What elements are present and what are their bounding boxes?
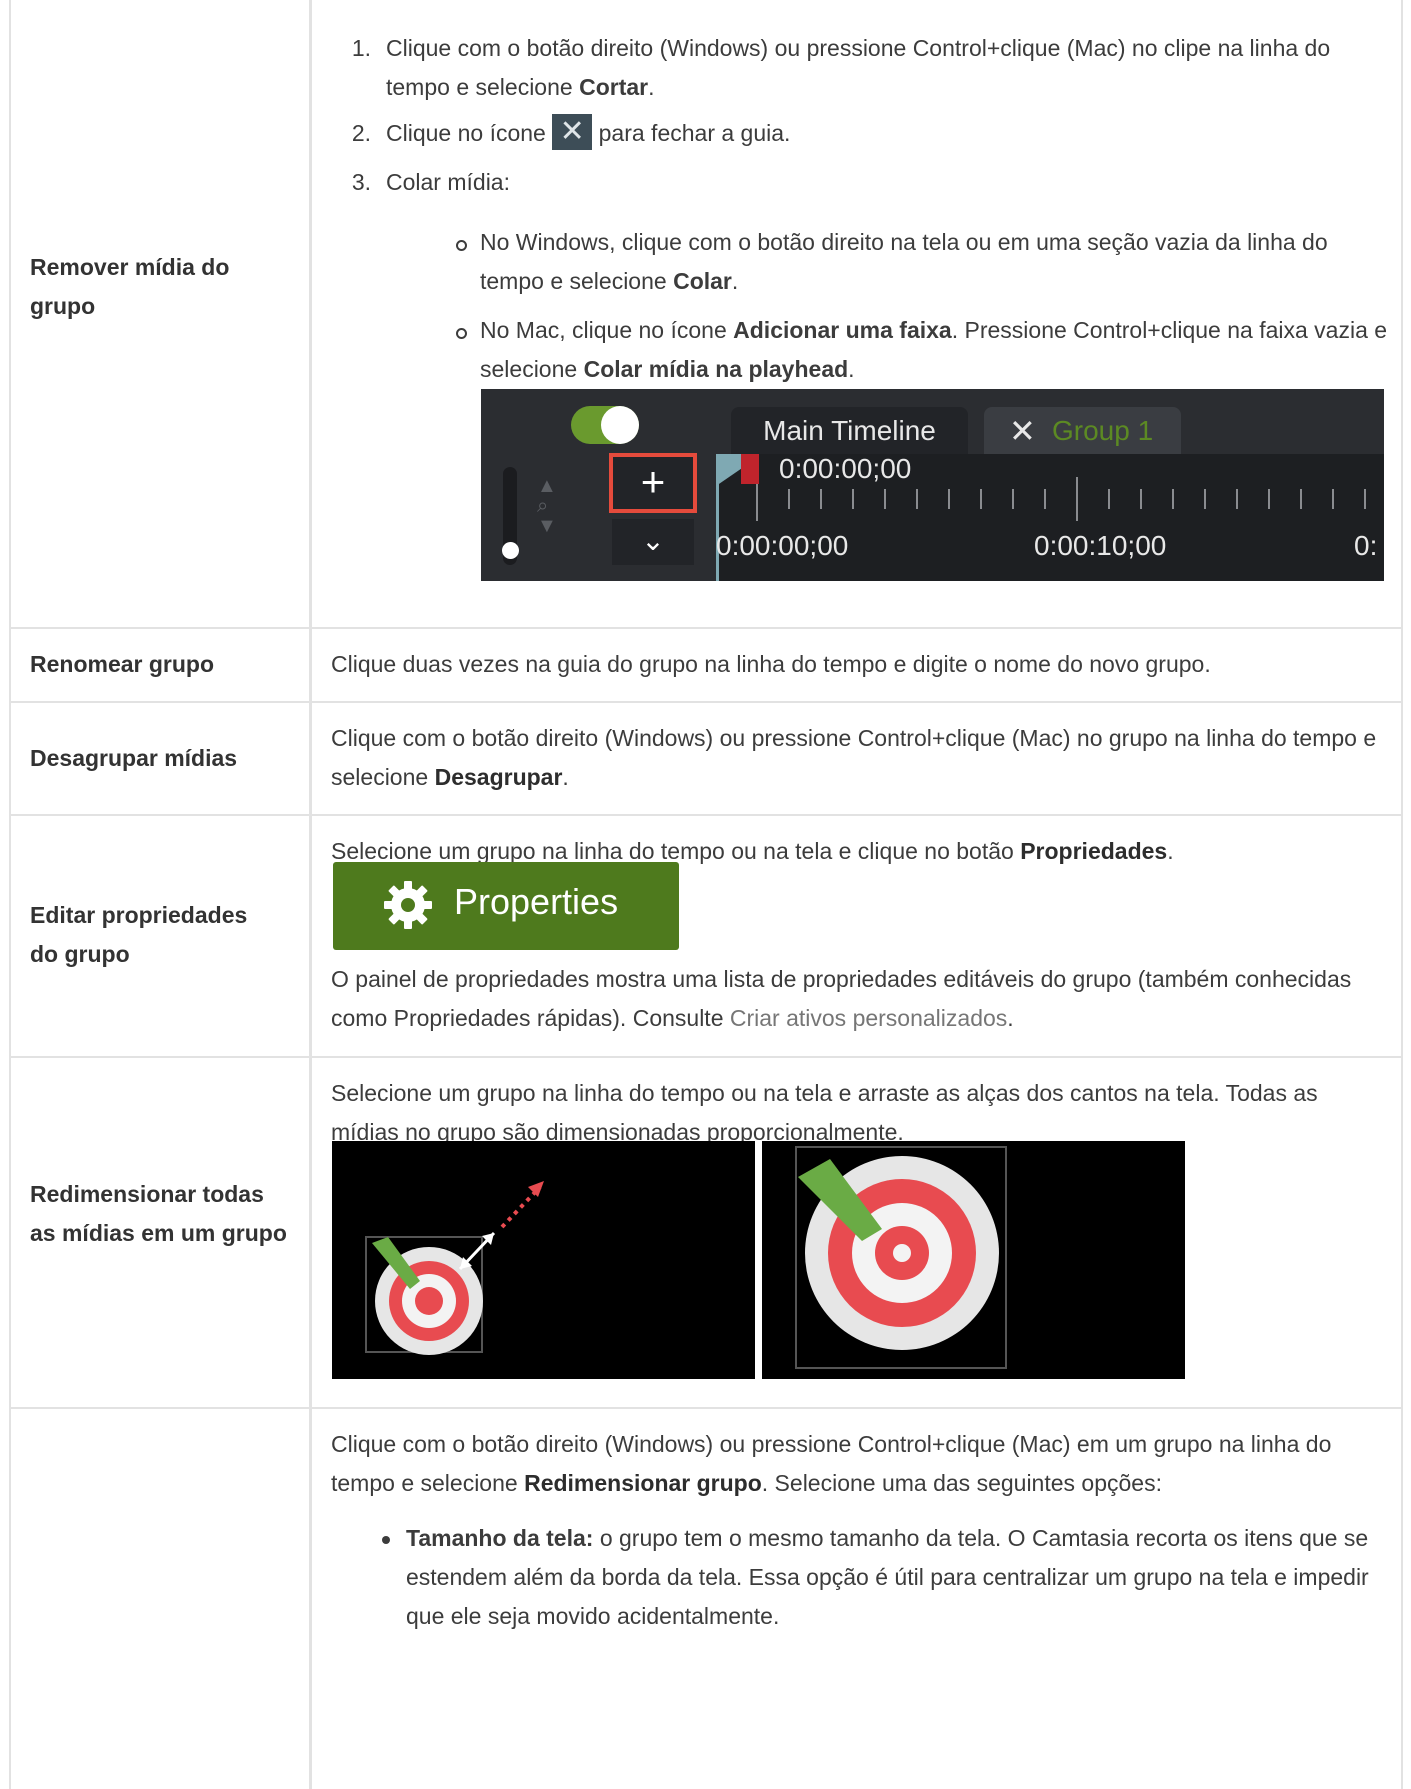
ruler-tick	[980, 489, 982, 509]
resize-before-image	[332, 1141, 755, 1379]
properties-label: Properties	[454, 881, 619, 922]
bullet	[456, 328, 467, 339]
list-item: Tamanho da tela: o grupo tem o mesmo tam…	[382, 1519, 1396, 1636]
ruler-tick	[1140, 489, 1142, 509]
tab-group-1[interactable]: ✕ Group 1	[984, 407, 1181, 455]
ruler-tick	[916, 489, 918, 509]
resize-after-image	[762, 1141, 1185, 1379]
table-row: Renomear grupo Clique duas vezes na guia…	[9, 627, 1403, 703]
ruler-label: 0:	[1354, 530, 1378, 561]
tab-main-timeline[interactable]: Main Timeline	[731, 407, 968, 455]
sub-item-mac: No Mac, clique no ícone Adicionar uma fa…	[456, 311, 1395, 389]
gear-icon	[384, 881, 432, 929]
ruler-tick	[852, 489, 854, 509]
close-icon[interactable]: ✕	[1009, 407, 1036, 455]
target-icon	[795, 1146, 1007, 1369]
target-icon	[365, 1181, 544, 1355]
ruler-tick	[884, 489, 886, 509]
chevron-down-icon[interactable]: ⌄	[612, 519, 694, 565]
custom-assets-link[interactable]: Criar ativos personalizados	[730, 1005, 1007, 1031]
table-row: Clique com o botão direito (Windows) ou …	[9, 1409, 1403, 1789]
timeline-screenshot: Main Timeline ✕ Group 1 ▲ ⌕ ▼ + ⌄ 0:00:00;…	[481, 389, 1384, 581]
zoom-icon: ▲ ⌕ ▼	[537, 475, 557, 537]
table-row: Editar propriedades do grupo Selecione u…	[9, 816, 1403, 1058]
row-label: Renomear grupo	[30, 651, 215, 677]
row-label: Editar propriedades do grupo	[30, 902, 248, 967]
step-number: 3.	[351, 169, 371, 195]
ruler-tick	[1204, 489, 1206, 509]
row-label: Desagrupar mídias	[30, 745, 238, 771]
table-row: Desagrupar mídias Clique com o botão dir…	[9, 703, 1403, 816]
ruler-tick	[1268, 489, 1270, 509]
sub-item-windows: No Windows, clique com o botão direito n…	[456, 223, 1395, 301]
row-label: Remover mídia do grupo	[30, 254, 230, 319]
zoom-slider-knob[interactable]	[502, 542, 519, 559]
ruler-label: 0:00:00;00	[716, 530, 849, 561]
ruler-tick	[1364, 489, 1366, 509]
properties-button[interactable]: Properties	[333, 862, 679, 950]
step-number: 2.	[351, 120, 371, 146]
step-1: 1. Clique com o botão direito (Windows) …	[331, 29, 1391, 107]
ruler-tick	[1044, 489, 1046, 509]
step-3: 3. Colar mídia:	[331, 163, 1391, 202]
timeline-toggle[interactable]	[571, 406, 639, 444]
bullet	[456, 240, 467, 251]
ruler-label: 0:00:10;00	[1034, 530, 1167, 561]
row-text: Clique com o botão direito (Windows) ou …	[331, 1431, 1332, 1496]
ruler-tick	[788, 489, 790, 509]
ruler-tick	[1236, 489, 1238, 509]
bullet	[382, 1536, 390, 1544]
step-2: 2. Clique no ícone ✕ para fechar a guia.	[331, 114, 1391, 153]
row-text: Clique duas vezes na guia do grupo na li…	[331, 651, 1211, 677]
row-text: Clique com o botão direito (Windows) ou …	[331, 725, 1377, 790]
ruler-tick	[1300, 489, 1302, 509]
close-icon: ✕	[552, 114, 593, 151]
ruler-tick	[1076, 477, 1078, 521]
playhead-time: 0:00:00;00	[779, 453, 912, 484]
add-track-button[interactable]: +	[609, 453, 697, 513]
ruler-tick	[820, 489, 822, 509]
ruler-tick	[1332, 489, 1334, 509]
row-label: Redimensionar todas as mídias em um grup…	[30, 1181, 287, 1246]
step-number: 1.	[351, 35, 371, 61]
ruler-tick	[1012, 489, 1014, 509]
ruler-tick	[948, 489, 950, 509]
row-text-after: O painel de propriedades mostra uma list…	[331, 966, 1352, 1031]
ruler-tick	[1172, 489, 1174, 509]
ruler-tick	[1108, 489, 1110, 509]
